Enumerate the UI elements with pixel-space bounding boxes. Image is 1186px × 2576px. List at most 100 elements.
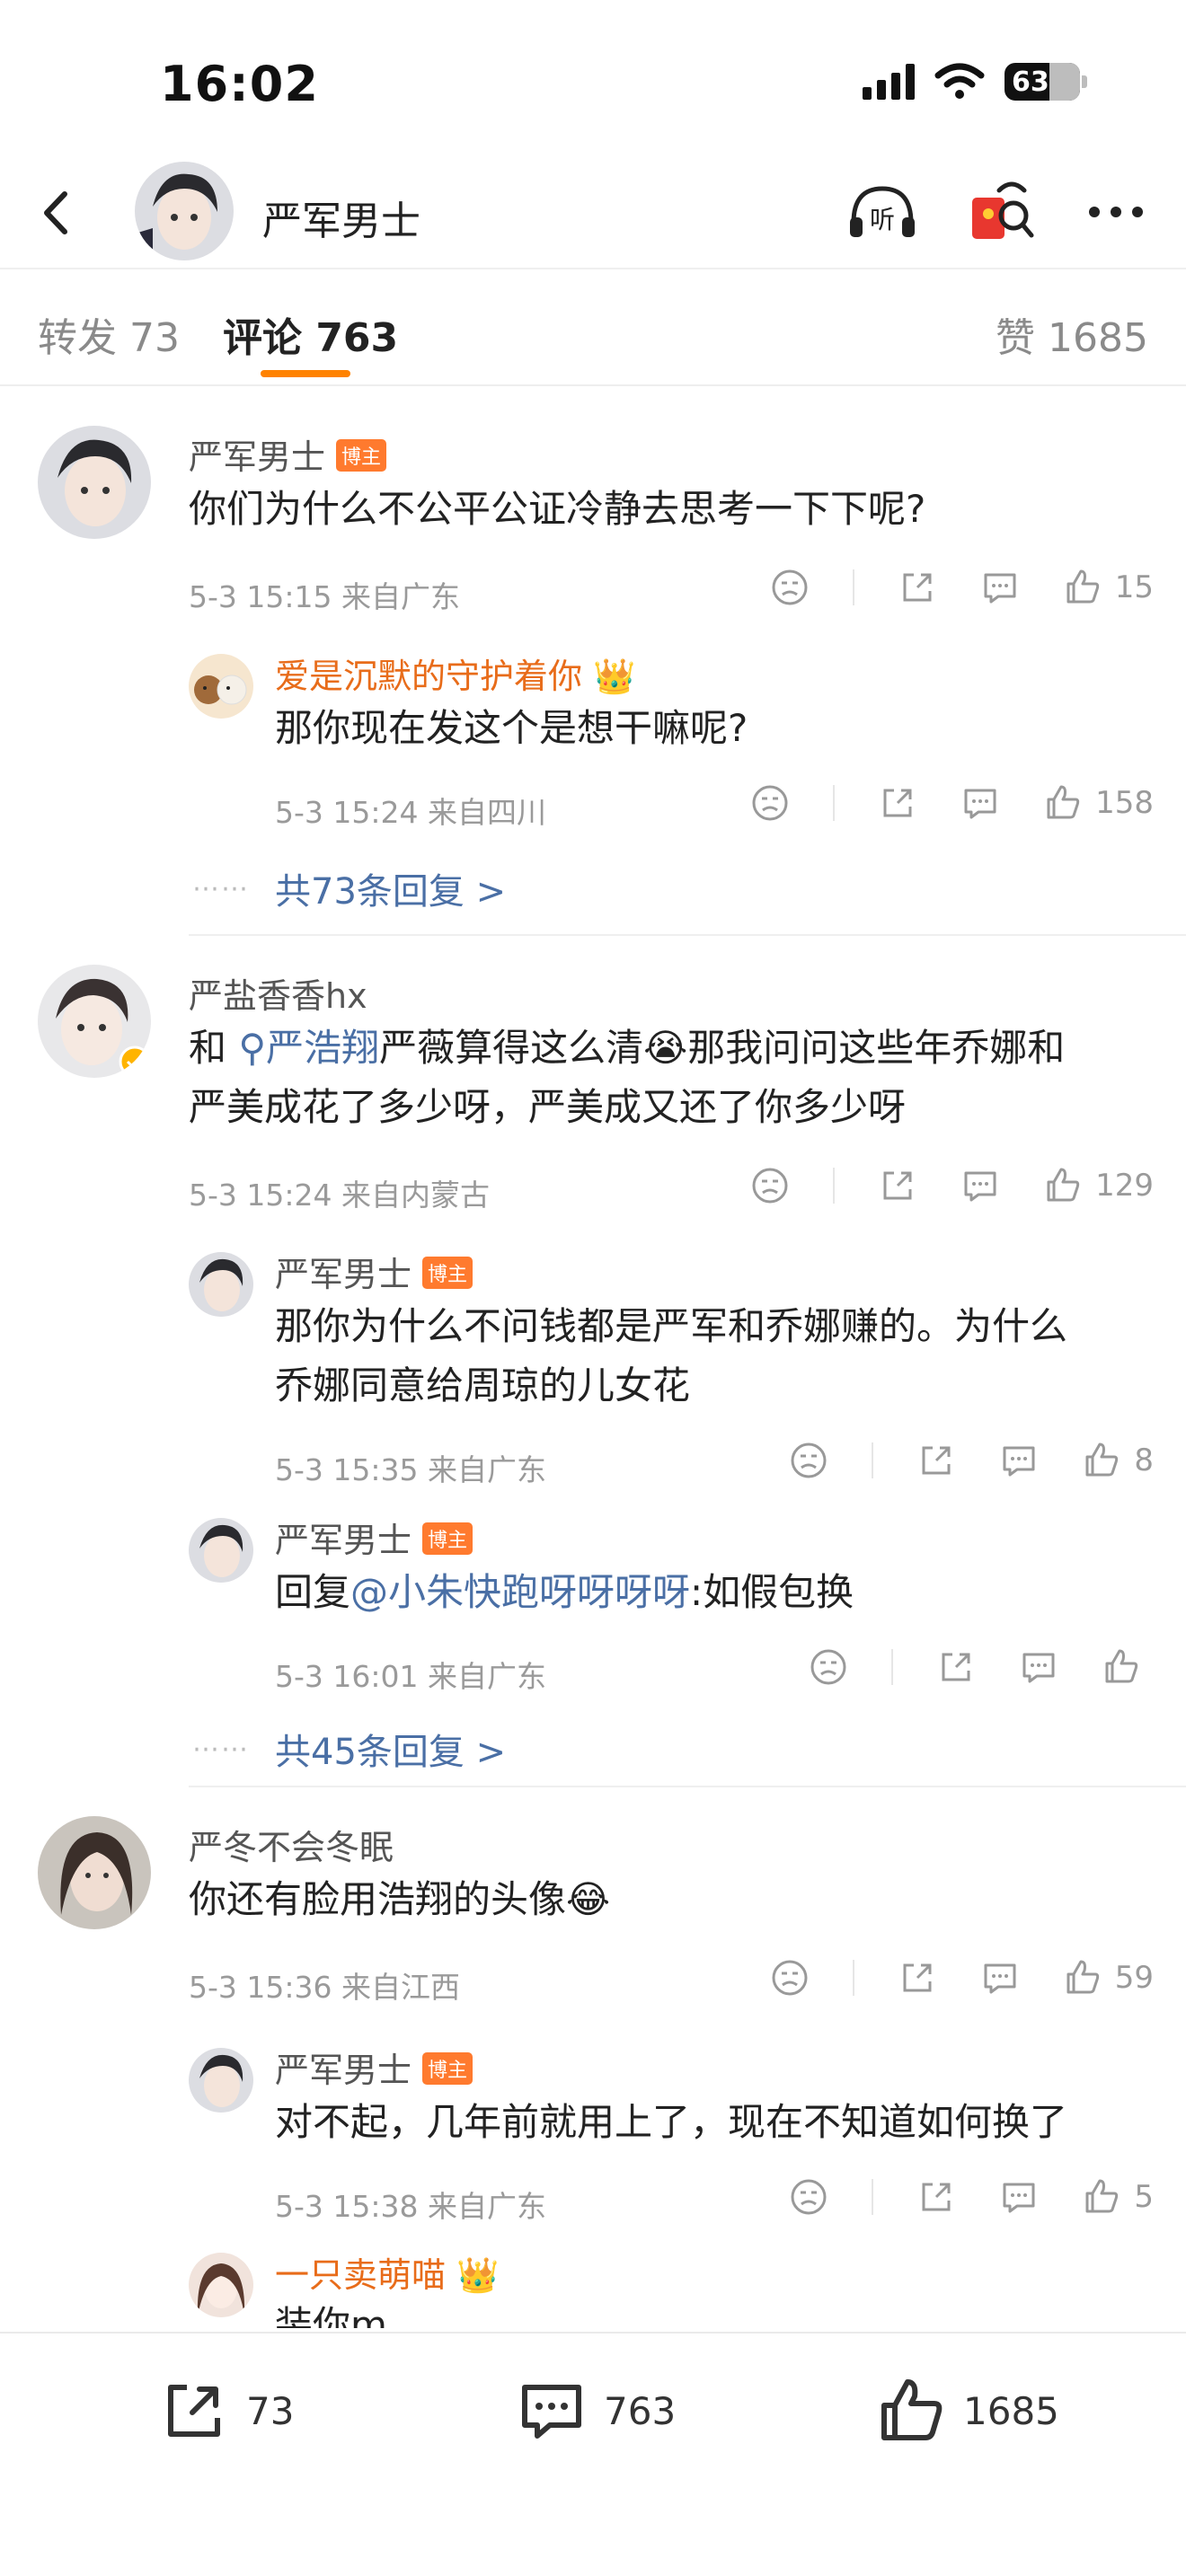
author-badge: 博主 — [422, 1522, 474, 1555]
like-button[interactable]: 129 — [1043, 1166, 1154, 1205]
cellular-signal-icon — [863, 64, 915, 100]
like-count: 158 — [1095, 785, 1154, 821]
like-button[interactable]: 158 — [1043, 783, 1154, 823]
comment-meta: 5-3 15:15 来自广东 — [189, 579, 460, 614]
reply-button[interactable] — [980, 1958, 1020, 1998]
nav-header: 严军男士 听 — [0, 162, 1186, 269]
reply-button[interactable] — [960, 1166, 1000, 1205]
like-count: 59 — [1114, 1960, 1154, 1996]
author-badge: 博主 — [422, 1257, 474, 1289]
reply-actions: 158 — [707, 783, 1154, 823]
tab-repost[interactable]: 转发 73 — [38, 305, 180, 363]
avatar[interactable] — [189, 2253, 253, 2317]
more-replies-link[interactable]: 共73条回复 > — [275, 862, 506, 914]
comment-text: 你还有脸用浩翔的头像😂 — [189, 1877, 611, 1921]
status-icons: 63 — [863, 63, 1087, 101]
more-dots: ⋯⋯ — [192, 873, 250, 904]
thumbs-up-icon — [881, 2379, 943, 2440]
repost-icon — [168, 2385, 220, 2437]
reply-username[interactable]: 严军男士 博主 — [275, 2042, 474, 2092]
dislike-button[interactable] — [770, 568, 810, 607]
back-icon[interactable] — [25, 181, 88, 244]
avatar[interactable] — [189, 654, 253, 719]
like-count: 8 — [1134, 1442, 1154, 1478]
listen-icon[interactable]: 听 — [845, 174, 920, 250]
tab-comments[interactable]: 评论 763 — [223, 305, 398, 363]
reply-actions: 5 — [746, 2177, 1154, 2217]
page-title: 严军男士 — [262, 198, 420, 244]
more-icon[interactable] — [1078, 174, 1154, 250]
like-button[interactable]: 5 — [1082, 2177, 1154, 2217]
dislike-button[interactable] — [750, 1166, 790, 1205]
comment-text: 和 ⚲严浩翔严薇算得这么清😭那我问问这些年乔娜和 严美成花了多少呀，严美成又还了… — [189, 1026, 1066, 1129]
share-button[interactable] — [898, 1958, 937, 1998]
reply-username[interactable]: 严军男士 博主 — [275, 1513, 474, 1562]
reply-button[interactable] — [999, 1441, 1039, 1480]
avatar[interactable] — [189, 2048, 253, 2113]
comment-button[interactable]: 763 — [516, 2375, 676, 2447]
comment-thread: 严冬不会冬眠 你还有脸用浩翔的头像😂 5-3 15:36 来自江西 59 严军男… — [0, 1787, 1186, 2328]
like-button[interactable]: 59 — [1063, 1958, 1154, 1998]
more-replies-link[interactable]: 共45条回复 > — [275, 1723, 506, 1775]
comment-text: 你们为什么不公平公证冷静去思考一下下呢? — [189, 487, 926, 531]
reply-text: 装你m — [275, 2303, 387, 2328]
tab-bar: 转发 73 评论 763 赞 1685 — [0, 269, 1186, 386]
author-badge: 博主 — [422, 2052, 474, 2085]
crown-icon: 👑 — [456, 2255, 500, 2295]
bottom-action-bar: 73 763 1685 — [0, 2332, 1186, 2576]
avatar[interactable] — [189, 1518, 253, 1583]
status-bar: 16:02 63 — [0, 0, 1186, 162]
reply-button[interactable] — [980, 568, 1020, 607]
crown-icon: 👑 — [593, 657, 636, 696]
comment-meta: 5-3 15:24 来自内蒙古 — [189, 1178, 490, 1213]
share-button[interactable] — [916, 1441, 956, 1480]
share-button[interactable] — [898, 568, 937, 607]
reply-actions — [766, 1647, 1154, 1687]
share-button[interactable] — [878, 1166, 917, 1205]
like-count: 1685 — [963, 2388, 1059, 2433]
avatar[interactable] — [38, 1816, 151, 1929]
share-button[interactable] — [916, 2177, 956, 2217]
reply-meta: 5-3 15:35 来自广东 — [275, 1452, 546, 1487]
avatar[interactable] — [38, 965, 151, 1078]
status-time: 16:02 — [160, 56, 319, 112]
like-button[interactable]: 15 — [1063, 568, 1154, 607]
author-avatar[interactable] — [135, 162, 234, 260]
reply-text: 那你为什么不问钱都是严军和乔娜赚的。为什么 乔娜同意给周琼的儿女花 — [275, 1304, 1068, 1407]
topic-link[interactable]: 严浩翔 — [266, 1026, 379, 1070]
like-button[interactable] — [1102, 1647, 1154, 1687]
comment-thread: 严盐香香hx 和 ⚲严浩翔严薇算得这么清😭那我问问这些年乔娜和 严美成花了多少呀… — [0, 936, 1186, 1787]
share-button[interactable] — [936, 1647, 976, 1687]
dislike-button[interactable] — [789, 1441, 828, 1480]
comment-username[interactable]: 严军男士 博主 — [189, 429, 387, 479]
like-count: 5 — [1134, 2179, 1154, 2215]
comment-actions: 129 — [707, 1166, 1154, 1205]
reply-button[interactable] — [960, 783, 1000, 823]
like-button[interactable]: 1685 — [875, 2375, 1059, 2447]
like-count: 15 — [1114, 569, 1154, 605]
reply-button[interactable] — [1019, 1647, 1058, 1687]
listen-label: 听 — [870, 205, 895, 234]
avatar[interactable] — [38, 426, 151, 539]
like-count: 129 — [1095, 1168, 1154, 1204]
comment-thread: 严军男士 博主 你们为什么不公平公证冷静去思考一下下呢? 5-3 15:15 来自… — [0, 388, 1186, 936]
tab-likes[interactable]: 赞 1685 — [996, 305, 1148, 363]
dislike-button[interactable] — [809, 1647, 848, 1687]
like-button[interactable]: 8 — [1082, 1441, 1154, 1480]
reply-username[interactable]: 严军男士 博主 — [275, 1247, 474, 1296]
dislike-button[interactable] — [770, 1958, 810, 1998]
red-packet-icon[interactable] — [961, 174, 1037, 250]
repost-button[interactable]: 73 — [158, 2375, 294, 2447]
comment-username[interactable]: 严冬不会冬眠 — [189, 1820, 394, 1869]
mention-link[interactable]: @小朱快跑呀呀呀呀 — [350, 1570, 690, 1614]
avatar[interactable] — [189, 1252, 253, 1317]
reply-username[interactable]: 一只卖萌喵 👑 — [275, 2247, 499, 2297]
dislike-button[interactable] — [750, 783, 790, 823]
reply-username[interactable]: 爱是沉默的守护着你 👑 — [275, 648, 635, 698]
reply-button[interactable] — [999, 2177, 1039, 2217]
dislike-button[interactable] — [789, 2177, 828, 2217]
more-dots: ⋯⋯ — [192, 1734, 250, 1765]
share-button[interactable] — [878, 783, 917, 823]
reply-actions: 8 — [746, 1441, 1154, 1480]
comment-username[interactable]: 严盐香香hx — [189, 968, 367, 1018]
